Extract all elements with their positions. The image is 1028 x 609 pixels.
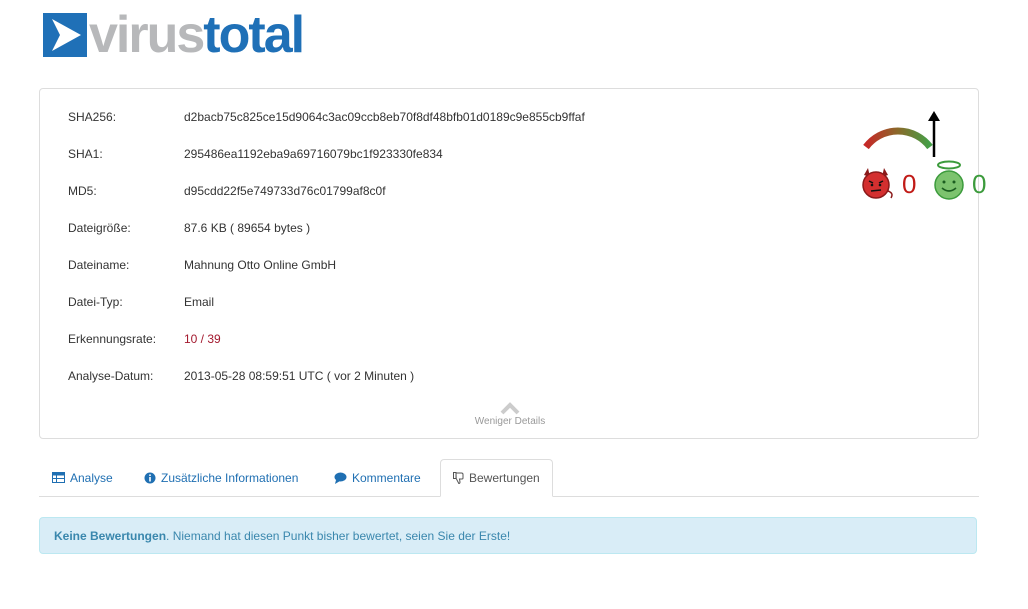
detail-value: 2013-05-28 08:59:51 UTC ( vor 2 Minuten … (184, 369, 415, 383)
detail-row-sha256: SHA256: d2bacb75c825ce15d9064c3ac09ccb8e… (68, 107, 585, 127)
detail-label: Erkennungsrate: (68, 332, 157, 346)
tab-label: Zusätzliche Informationen (161, 470, 299, 485)
detail-label: Dateiname: (68, 258, 130, 272)
tab-additional-info[interactable]: Zusätzliche Informationen (132, 459, 310, 496)
alert-title: Keine Bewertungen (54, 528, 167, 543)
detection-ratio-value: 10 / 39 (184, 332, 221, 346)
virustotal-logo[interactable]: virustotal (43, 6, 305, 64)
virustotal-logo-icon (43, 13, 87, 57)
detail-value: Email (184, 295, 215, 309)
detail-row-sha1: SHA1: 295486ea1192eba9a69716079bc1f92333… (68, 144, 443, 164)
file-details-panel: SHA256: d2bacb75c825ce15d9064c3ac09ccb8e… (39, 88, 986, 439)
no-ratings-alert: Keine Bewertungen. Niemand hat diesen Pu… (39, 517, 977, 554)
result-tabs: Analyse Zusätzliche Informationen Kommen… (39, 459, 979, 497)
info-icon (144, 472, 156, 483)
detail-value: 87.6 KB ( 89654 bytes ) (184, 221, 311, 235)
detail-value: d2bacb75c825ce15d9064c3ac09ccb8eb70f8df4… (184, 110, 585, 124)
detail-row-analysis-date: Analyse-Datum: 2013-05-28 08:59:51 UTC (… (68, 366, 414, 386)
logo-wordmark: virustotal (89, 6, 305, 64)
detail-label: MD5: (68, 184, 97, 198)
devil-icon (862, 168, 893, 199)
community-score-gauge: 0 0 (816, 99, 986, 209)
detail-label: SHA256: (68, 110, 117, 124)
thumbs-down-icon (453, 472, 464, 484)
less-details-toggle[interactable]: Weniger Details (460, 401, 560, 427)
chevron-up-icon (500, 402, 520, 415)
detail-label: SHA1: (68, 147, 103, 161)
detail-value: 295486ea1192eba9a69716079bc1f923330fe834 (184, 147, 443, 161)
tab-label: Analyse (70, 470, 113, 485)
angel-icon (934, 160, 964, 200)
detail-label: Dateigröße: (68, 221, 131, 235)
detail-label: Datei-Typ: (68, 295, 123, 309)
detail-value: Mahnung Otto Online GmbH (184, 258, 337, 272)
detail-row-file-size: Dateigröße: 87.6 KB ( 89654 bytes ) (68, 218, 310, 238)
detail-label: Analyse-Datum: (68, 369, 154, 383)
detail-row-detection-ratio: Erkennungsrate: 10 / 39 (68, 329, 221, 349)
tab-label: Kommentare (352, 470, 421, 485)
malicious-votes-count: 0 (902, 169, 917, 199)
tab-comments[interactable]: Kommentare (322, 459, 433, 496)
comment-icon (334, 472, 347, 484)
detail-row-file-type: Datei-Typ: Email (68, 292, 214, 312)
tab-ratings[interactable]: Bewertungen (440, 459, 553, 497)
detail-row-md5: MD5: d95cdd22f5e749733d76c01799af8c0f (68, 181, 386, 201)
alert-message: . Niemand hat diesen Punkt bisher bewert… (166, 528, 511, 543)
tab-analysis[interactable]: Analyse (40, 459, 125, 496)
harmless-votes-count: 0 (972, 169, 987, 199)
detail-row-file-name: Dateiname: Mahnung Otto Online GmbH (68, 255, 336, 275)
table-icon (52, 472, 65, 483)
detail-value: d95cdd22f5e749733d76c01799af8c0f (184, 184, 386, 198)
less-details-label: Weniger Details (474, 416, 546, 427)
tab-label: Bewertungen (469, 471, 540, 485)
